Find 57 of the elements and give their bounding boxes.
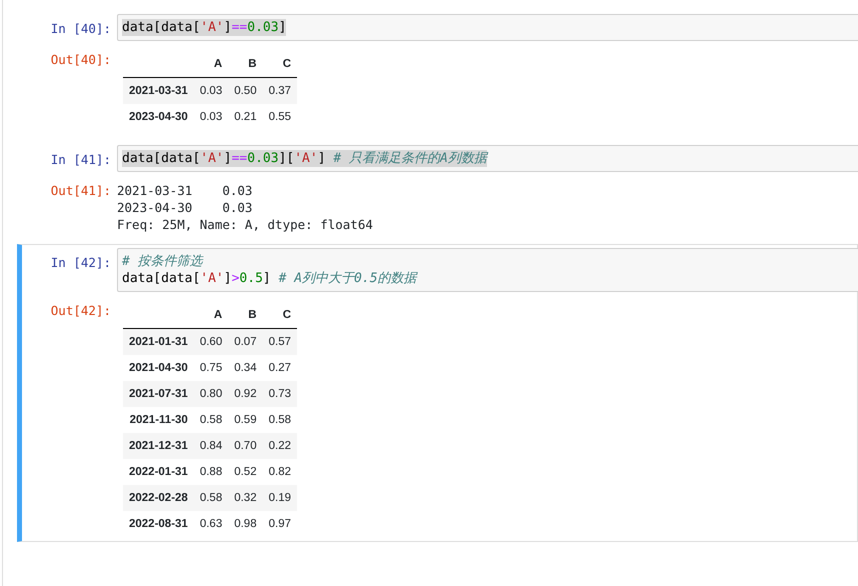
table-cell: 0.70 [228, 433, 263, 459]
table-cell: 0.58 [194, 407, 228, 433]
table-cell: 0.03 [194, 104, 228, 130]
table-cell: 0.60 [194, 328, 228, 355]
table-cell: 0.58 [262, 407, 297, 433]
table-cell: 0.37 [262, 78, 297, 104]
table-cell: 0.22 [262, 433, 297, 459]
table-cell: 0.88 [194, 459, 228, 485]
output-line: 2023-04-30 0.03 [117, 199, 252, 216]
table-cell: 0.19 [262, 485, 297, 511]
table-cell: 0.73 [262, 381, 297, 407]
table-cell: 0.75 [194, 355, 228, 381]
table-cell: 0.59 [228, 407, 263, 433]
code-editor[interactable]: # 按条件筛选 data[data['A']>0.5] # A列中大于0.5的数据 [117, 248, 858, 292]
input-prompt: In [42]: [50, 254, 112, 271]
table-cell: 0.57 [262, 328, 297, 355]
table-cell: 0.50 [228, 78, 263, 104]
table-cell: 0.32 [228, 485, 263, 511]
table-cell: 0.58 [194, 485, 228, 511]
row-index: 2021-01-31 [123, 328, 194, 355]
notebook-cell[interactable] [17, 244, 858, 542]
table-cell: 0.97 [262, 511, 297, 537]
table-cell: 0.82 [262, 459, 297, 485]
row-index: 2022-01-31 [123, 459, 194, 485]
row-index: 2021-12-31 [123, 433, 194, 459]
row-index: 2021-07-31 [123, 381, 194, 407]
code-line: data[data['A']>0.5] # A列中大于0.5的数据 [122, 270, 417, 287]
row-index: 2023-04-30 [123, 104, 194, 130]
output-prompt: Out[42]: [50, 302, 112, 319]
code-editor[interactable]: data[data['A']==0.03]['A'] # 只看满足条件的A列数据 [117, 145, 858, 172]
output-prompt: Out[40]: [50, 51, 112, 68]
row-index: 2022-02-28 [123, 485, 194, 511]
code-line: # 按条件筛选 [122, 253, 203, 270]
input-prompt: In [41]: [50, 151, 112, 168]
notebook-cell[interactable]: In [41]: data[data['A']==0.03]['A'] # 只看满足条件的A列数据 Out[41]: 2021-03-31 0.03 2023-04-30 0.03 Freq: 25M, Name: A, dtype: float64 [17, 141, 858, 238]
table-cell: 0.52 [228, 459, 263, 485]
input-prompt: In [40]: [50, 20, 112, 37]
output-line: Freq: 25M, Name: A, dtype: float64 [117, 216, 373, 233]
code-editor[interactable]: data[data['A']==0.03] [117, 14, 858, 41]
table-cell: 0.27 [262, 355, 297, 381]
row-index: 2021-04-30 [123, 355, 194, 381]
table-cell: 0.80 [194, 381, 228, 407]
row-index: 2021-11-30 [123, 407, 194, 433]
table-cell: 0.98 [228, 511, 263, 537]
table-cell: 0.84 [194, 433, 228, 459]
table-cell: 0.34 [228, 355, 263, 381]
table-cell: 0.92 [228, 381, 263, 407]
table-cell: 0.03 [194, 78, 228, 104]
table-cell: 0.63 [194, 511, 228, 537]
table-cell: 0.07 [228, 328, 263, 355]
output-line: 2021-03-31 0.03 [117, 182, 252, 199]
row-index: 2021-03-31 [123, 78, 194, 104]
row-index: 2022-08-31 [123, 511, 194, 537]
table-cell: 0.55 [262, 104, 297, 130]
table-cell: 0.21 [228, 104, 263, 130]
notebook-cell[interactable]: In [40]: data[data['A']==0.03] Out[40]: A B C 2021-03-31 0.03 0.50 0.37 2023-04-30 0.03 0.21 0.55 [17, 10, 858, 135]
output-prompt: Out[41]: [50, 182, 112, 199]
